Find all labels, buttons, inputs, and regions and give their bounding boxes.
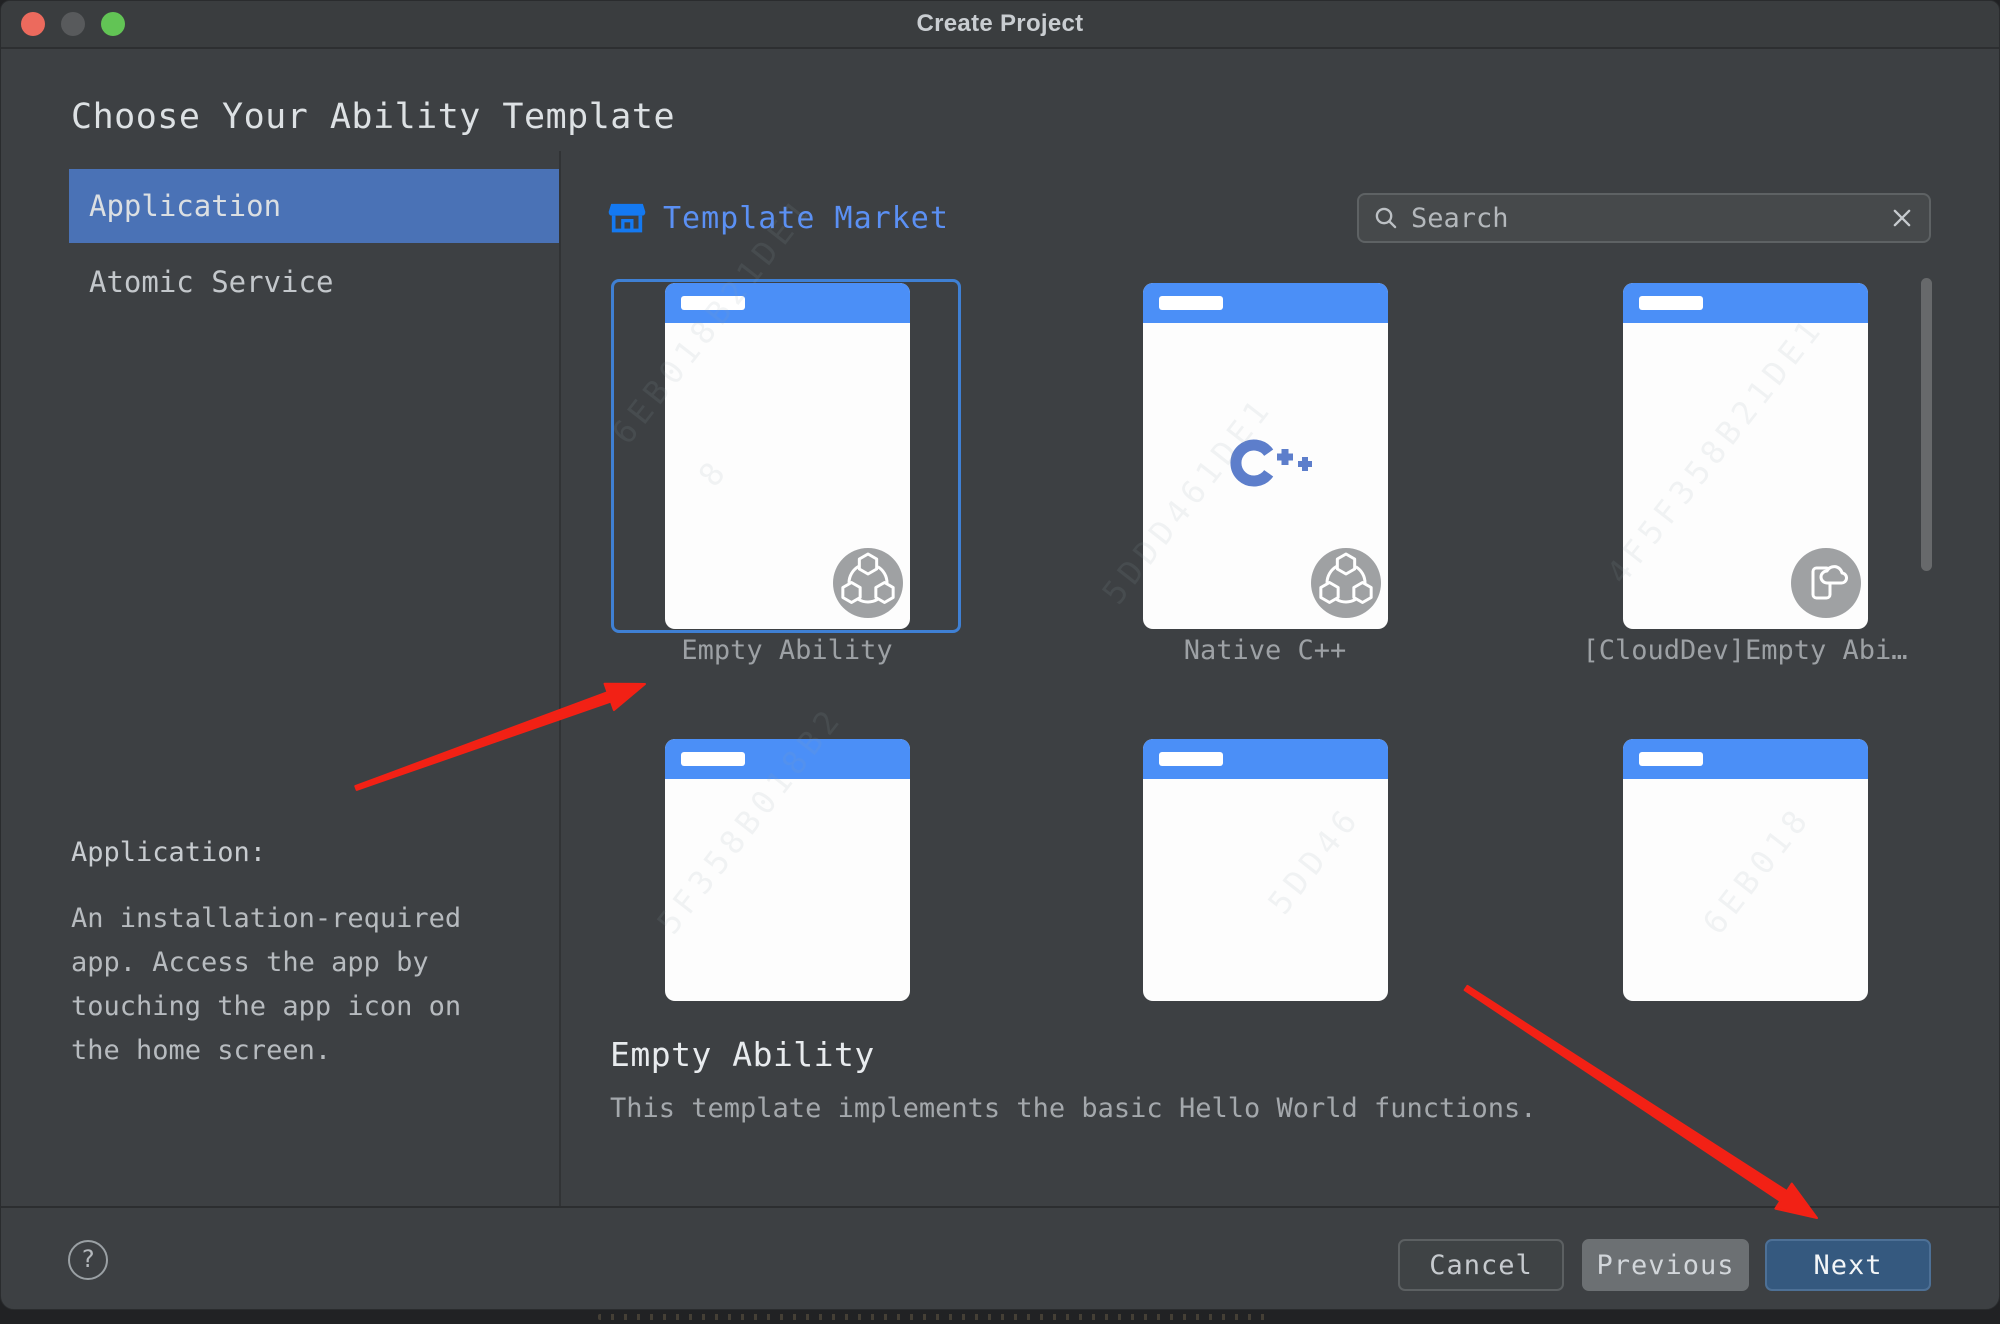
template-market-link[interactable]: Template Market: [607, 195, 949, 241]
window-title: Create Project: [1, 10, 1999, 38]
footer-divider: [1, 1206, 1999, 1208]
clear-search-icon[interactable]: [1889, 205, 1915, 231]
card-preview-title-pill: [1639, 296, 1703, 310]
sidebar-divider: [559, 151, 561, 1207]
create-project-dialog: Create Project Choose Your Ability Templ…: [0, 0, 2000, 1310]
titlebar: Create Project: [1, 1, 1999, 49]
help-button[interactable]: ?: [68, 1240, 108, 1280]
template-card-native-cpp[interactable]: [1143, 283, 1388, 629]
search-icon: [1373, 205, 1399, 231]
template-card-partial[interactable]: [1143, 739, 1388, 1001]
application-info-text: An installation-required app. Access the…: [71, 897, 461, 1073]
help-icon: ?: [81, 1245, 95, 1273]
template-card-empty-ability[interactable]: [665, 283, 910, 629]
search-input[interactable]: [1409, 202, 1879, 235]
cancel-button[interactable]: Cancel: [1398, 1239, 1564, 1291]
selected-template-title: Empty Ability: [610, 1035, 875, 1074]
card-preview-titlebar: [1143, 283, 1388, 323]
application-info-heading: Application:: [71, 837, 266, 868]
template-market-label: Template Market: [663, 201, 949, 236]
template-card-label: [CloudDev]Empty Abi…: [1570, 635, 1920, 666]
page-title: Choose Your Ability Template: [71, 97, 675, 137]
template-card-partial[interactable]: [1623, 739, 1868, 1001]
card-preview-titlebar: [1623, 283, 1868, 323]
card-preview-title-pill: [681, 296, 745, 310]
next-button[interactable]: Next: [1765, 1239, 1931, 1291]
scrollbar-thumb[interactable]: [1921, 278, 1932, 571]
hexagon-network-badge-icon: [1311, 548, 1381, 618]
selected-template-description: This template implements the basic Hello…: [610, 1093, 1537, 1124]
sidebar-item-label: Application: [89, 189, 281, 223]
info-line: app. Access the app by: [71, 941, 461, 985]
cpp-logo-icon: [1229, 433, 1329, 493]
template-card-partial[interactable]: [665, 739, 910, 1001]
card-preview-titlebar: [1143, 739, 1388, 779]
card-preview-title-pill: [1159, 752, 1223, 766]
card-preview-title-pill: [1159, 296, 1223, 310]
template-card-clouddev-empty-ability[interactable]: [1623, 283, 1868, 629]
search-box[interactable]: [1357, 193, 1931, 243]
sidebar-item-atomic-service[interactable]: Atomic Service: [69, 245, 559, 319]
card-preview-titlebar: [665, 283, 910, 323]
info-line: touching the app icon on: [71, 985, 461, 1029]
sidebar-item-application[interactable]: Application: [69, 169, 559, 243]
hexagon-network-badge-icon: [833, 548, 903, 618]
template-card-label: Empty Ability: [612, 635, 962, 666]
card-preview-titlebar: [665, 739, 910, 779]
previous-button[interactable]: Previous: [1582, 1239, 1749, 1291]
sidebar-item-label: Atomic Service: [89, 265, 333, 299]
info-line: An installation-required: [71, 897, 461, 941]
info-line: the home screen.: [71, 1029, 461, 1073]
card-preview-title-pill: [1639, 752, 1703, 766]
storefront-icon: [607, 198, 647, 238]
card-preview-titlebar: [1623, 739, 1868, 779]
screen-edge-artifacts: [598, 1314, 1268, 1320]
card-preview-title-pill: [681, 752, 745, 766]
template-card-label: Native C++: [1090, 635, 1440, 666]
phone-cloud-badge-icon: [1791, 548, 1861, 618]
